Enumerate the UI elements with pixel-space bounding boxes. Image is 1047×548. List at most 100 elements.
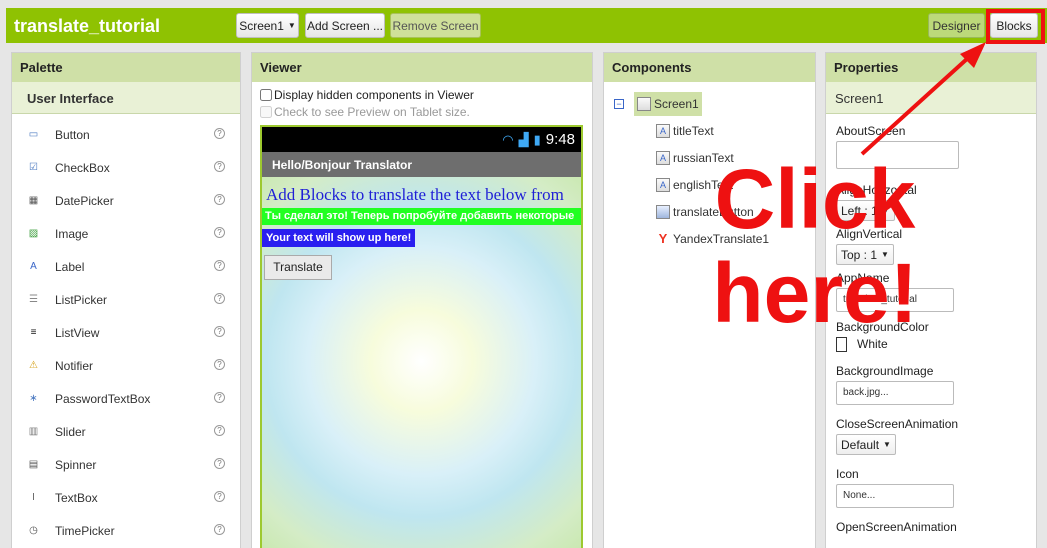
properties-title: Properties [826, 53, 1036, 82]
image-icon: ▨ [28, 228, 39, 239]
battery-icon: ▮ [533, 131, 541, 147]
listpicker-icon: ☰ [29, 294, 38, 305]
palette-item-label: TextBox [55, 490, 98, 505]
palette-item-label: Label [55, 259, 85, 274]
tree-item-titletext[interactable]: AtitleText [604, 117, 815, 144]
annotation-line1: Click [714, 152, 916, 246]
spinner-icon: ▤ [28, 459, 39, 470]
screen-selector-label: Screen1 [239, 18, 284, 33]
help-icon[interactable]: ? [214, 491, 225, 502]
palette-title: Palette [12, 53, 240, 82]
help-icon[interactable]: ? [214, 524, 225, 535]
help-icon[interactable]: ? [214, 260, 225, 271]
datepicker-icon: ▦ [28, 195, 39, 206]
label-icon: A [656, 123, 670, 138]
palette-item-datepicker[interactable]: ▦ DatePicker? [12, 184, 240, 217]
help-icon[interactable]: ? [214, 425, 225, 436]
close-animation-select[interactable]: Default ▼ [836, 434, 896, 456]
viewer-panel: Viewer Display hidden components in View… [251, 52, 593, 548]
palette-item-label: TimePicker [55, 523, 115, 538]
tree-item-label: titleText [673, 123, 714, 138]
remove-screen-button[interactable]: Remove Screen [390, 13, 481, 38]
icon-label: Icon [836, 467, 859, 482]
textbox-icon: I [32, 492, 35, 503]
palette-item-notifier[interactable]: ⚠ Notifier? [12, 349, 240, 382]
help-icon[interactable]: ? [214, 326, 225, 337]
palette-item-label: Button [55, 127, 90, 142]
slider-icon: ▥ [28, 426, 39, 437]
palette-item-image[interactable]: ▨ Image? [12, 217, 240, 250]
background-image-picker[interactable]: back.jpg... [836, 381, 954, 406]
project-title: translate_tutorial [14, 16, 161, 36]
help-icon[interactable]: ? [214, 458, 225, 469]
english-text-label[interactable]: Your text will show up here! [262, 229, 416, 247]
help-icon[interactable]: ? [214, 194, 225, 205]
collapse-icon[interactable]: − [614, 98, 624, 109]
palette-item-label: Notifier [55, 358, 94, 373]
properties-component-name: Screen1 [826, 82, 1036, 114]
designer-button[interactable]: Designer [928, 13, 985, 38]
background-image-label: BackgroundImage [836, 364, 934, 379]
click-here-annotation: Click here! [700, 152, 930, 340]
screen-selector[interactable]: Screen1 ▼ [236, 13, 299, 38]
listview-icon: ≡ [30, 327, 37, 338]
translate-button-preview[interactable]: Translate [264, 255, 332, 280]
phone-status-bar: ◠ ▟ ▮ 9:48 [262, 127, 581, 152]
help-icon[interactable]: ? [214, 392, 225, 403]
icon-picker[interactable]: None... [836, 484, 954, 509]
help-icon[interactable]: ? [214, 293, 225, 304]
label-icon: A [656, 150, 670, 165]
label-icon: A [656, 177, 670, 192]
button-icon: ▭ [28, 129, 39, 140]
palette-item-label: ListPicker [55, 292, 108, 307]
palette-item-label: Spinner [55, 457, 97, 472]
blocks-highlight-box [986, 9, 1045, 44]
chevron-down-icon: ▼ [883, 440, 891, 450]
tree-root-screen1[interactable]: Screen1 [634, 91, 702, 116]
timepicker-icon: ◷ [29, 525, 38, 536]
help-icon[interactable]: ? [214, 128, 225, 139]
palette-item-label: Slider [55, 424, 86, 439]
palette-category[interactable]: User Interface [12, 82, 240, 114]
help-icon[interactable]: ? [214, 227, 225, 238]
russian-text-label[interactable]: Ты сделал это! Теперь попробуйте добавит… [262, 208, 581, 225]
palette-item-slider[interactable]: ▥ Slider? [12, 415, 240, 448]
tablet-preview-option[interactable]: Check to see Preview on Tablet size. [252, 103, 592, 120]
palette-item-label: Image [55, 226, 89, 241]
palette-item-button[interactable]: ▭ Button? [12, 118, 240, 151]
palette-item-passwordtextbox[interactable]: ∗ PasswordTextBox? [12, 382, 240, 415]
palette-panel: Palette User Interface ▭ Button? ☑ CheckBox… [11, 52, 241, 548]
label-icon: A [30, 261, 37, 272]
palette-item-spinner[interactable]: ▤ Spinner? [12, 448, 240, 481]
title-text-label[interactable]: Add Blocks to translate the text below f… [262, 177, 581, 208]
about-screen-label: AboutScreen [836, 124, 906, 138]
help-icon[interactable]: ? [214, 161, 225, 172]
button-icon [656, 204, 670, 219]
viewer-title: Viewer [252, 53, 592, 82]
tablet-preview-checkbox[interactable] [260, 105, 272, 118]
display-hidden-option[interactable]: Display hidden components in Viewer [252, 86, 592, 103]
palette-item-label: ListView [55, 325, 100, 340]
yandex-icon: Y [658, 231, 668, 246]
palette-item-label[interactable]: A Label? [12, 250, 240, 283]
phone-title-bar: Hello/Bonjour Translator [262, 152, 581, 177]
notifier-icon: ⚠ [29, 360, 38, 371]
display-hidden-label: Display hidden components in Viewer [274, 87, 474, 102]
palette-item-checkbox[interactable]: ☑ CheckBox? [12, 151, 240, 184]
palette-item-listview[interactable]: ≡ ListView? [12, 316, 240, 349]
add-screen-button[interactable]: Add Screen ... [305, 13, 385, 38]
tree-root-row[interactable]: − Screen1 [604, 90, 815, 117]
display-hidden-checkbox[interactable] [260, 88, 272, 101]
components-title: Components [604, 53, 815, 82]
palette-item-listpicker[interactable]: ☰ ListPicker? [12, 283, 240, 316]
open-animation-label: OpenScreenAnimation [836, 520, 957, 535]
palette-item-textbox[interactable]: I TextBox? [12, 481, 240, 514]
palette-item-timepicker[interactable]: ◷ TimePicker? [12, 514, 240, 547]
wifi-icon: ◠ [502, 131, 514, 147]
password-icon: ∗ [29, 393, 38, 404]
close-animation-value: Default [841, 437, 880, 452]
help-icon[interactable]: ? [214, 359, 225, 370]
phone-preview: ◠ ▟ ▮ 9:48 Hello/Bonjour Translator Add … [260, 125, 583, 548]
chevron-down-icon: ▼ [287, 21, 296, 30]
palette-item-label: PasswordTextBox [55, 391, 151, 406]
